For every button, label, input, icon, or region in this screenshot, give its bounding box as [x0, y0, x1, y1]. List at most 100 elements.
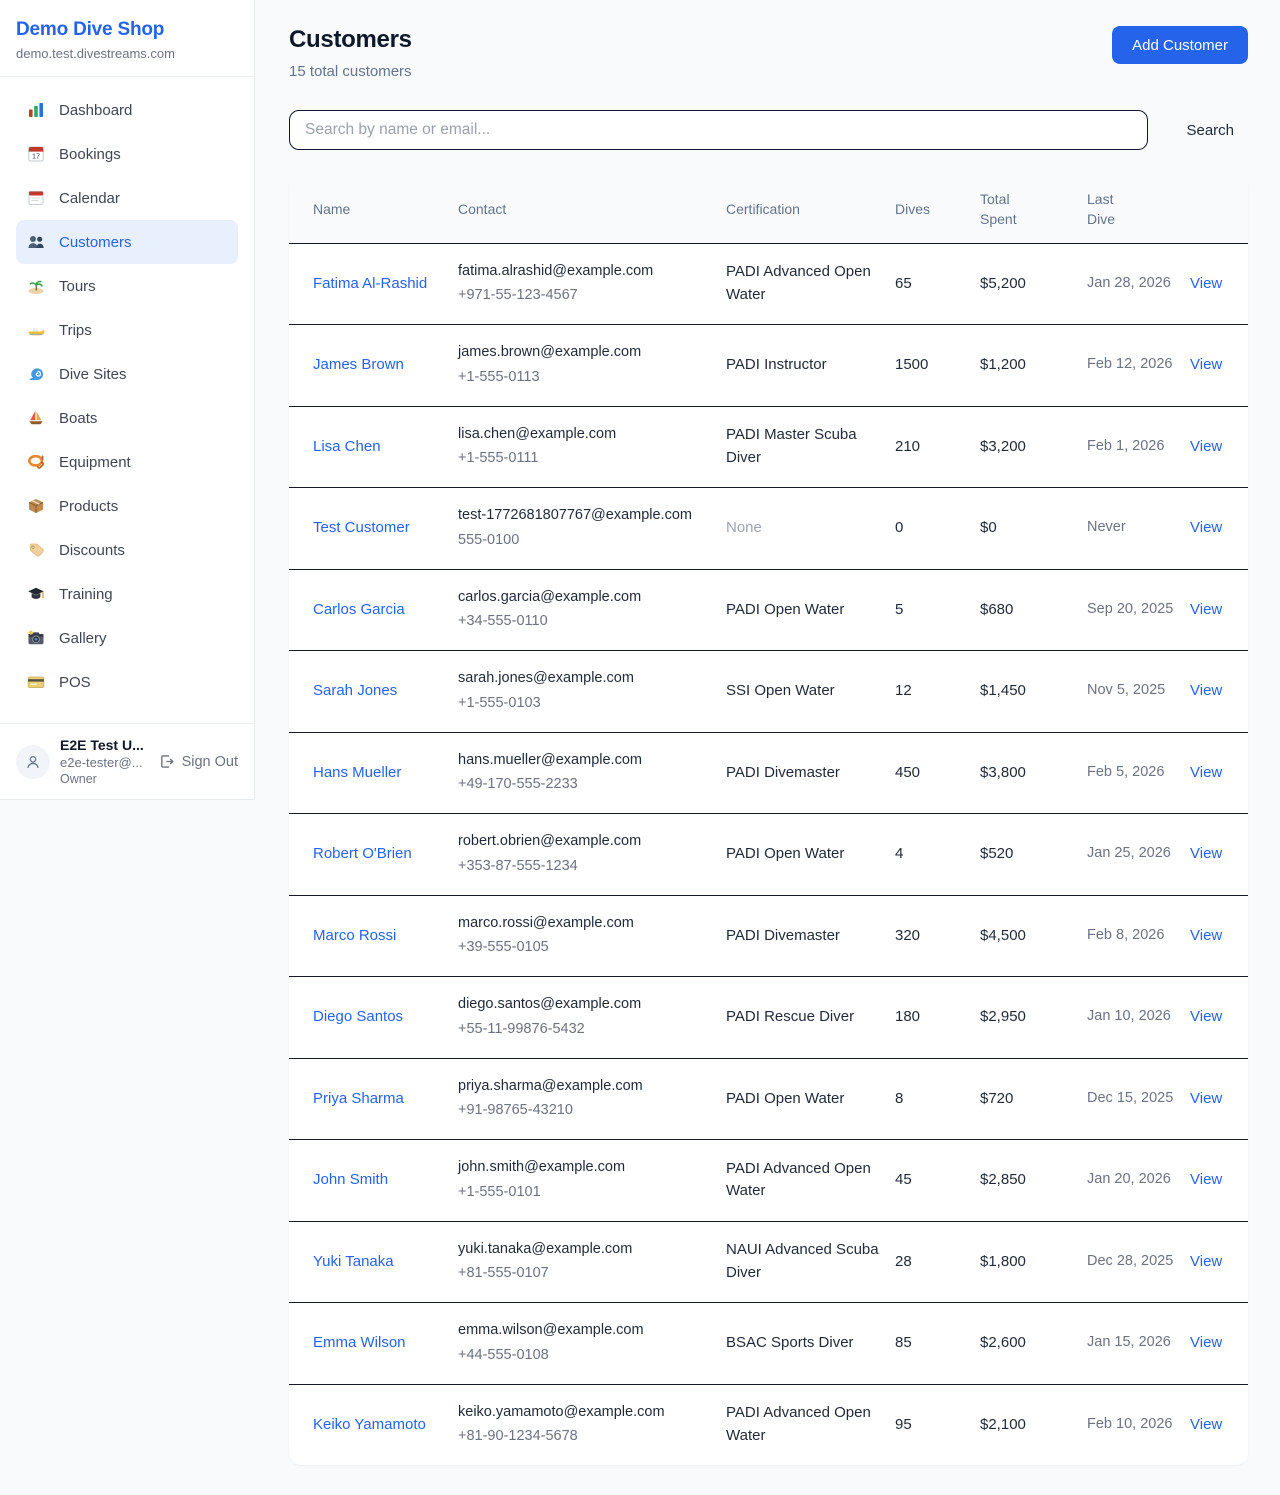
customer-name-link[interactable]: Diego Santos [313, 1008, 403, 1025]
customer-certification: SSI Open Water [726, 651, 895, 733]
sidebar-item-bookings[interactable]: 17Bookings [16, 132, 238, 176]
pos-icon [26, 672, 46, 692]
customer-name-link[interactable]: James Brown [313, 356, 404, 373]
customer-name-link[interactable]: Priya Sharma [313, 1090, 404, 1107]
view-customer-link[interactable]: View [1190, 927, 1222, 944]
add-customer-button[interactable]: Add Customer [1112, 26, 1248, 64]
customer-email: priya.sharma@example.com [458, 1076, 712, 1098]
customer-last-dive: Feb 8, 2026 [1087, 895, 1190, 977]
table-row: Keiko Yamamotokeiko.yamamoto@example.com… [289, 1384, 1248, 1465]
customer-name-link[interactable]: Carlos Garcia [313, 601, 405, 618]
customer-name-link[interactable]: Robert O'Brien [313, 845, 412, 862]
customer-name-link[interactable]: Emma Wilson [313, 1334, 406, 1351]
customer-name-link[interactable]: Marco Rossi [313, 927, 396, 944]
customer-certification: PADI Divemaster [726, 732, 895, 814]
sidebar-item-label: Products [59, 498, 118, 515]
table-row: Marco Rossimarco.rossi@example.com+39-55… [289, 895, 1248, 977]
shop-name: Demo Dive Shop [16, 19, 238, 41]
sign-out-label: Sign Out [182, 754, 238, 770]
gallery-icon [26, 628, 46, 648]
view-customer-link[interactable]: View [1190, 1416, 1222, 1433]
customer-name-link[interactable]: Sarah Jones [313, 682, 397, 699]
calendar-icon [26, 188, 46, 208]
view-customer-link[interactable]: View [1190, 519, 1222, 536]
sidebar-item-tours[interactable]: Tours [16, 264, 238, 308]
customer-total-spent: $2,850 [980, 1140, 1087, 1222]
customer-last-dive: Jan 15, 2026 [1087, 1303, 1190, 1385]
customer-phone: 555-0100 [458, 530, 712, 552]
page-header: Customers 15 total customers Add Custome… [289, 26, 1248, 80]
sidebar-item-calendar[interactable]: Calendar [16, 176, 238, 220]
customer-certification: PADI Master Scuba Diver [726, 406, 895, 488]
sidebar-item-products[interactable]: Products [16, 484, 238, 528]
view-customer-link[interactable]: View [1190, 356, 1222, 373]
view-customer-link[interactable]: View [1190, 682, 1222, 699]
customer-name-link[interactable]: Keiko Yamamoto [313, 1416, 426, 1433]
trips-icon [26, 320, 46, 340]
view-customer-link[interactable]: View [1190, 1334, 1222, 1351]
column-header-certification: Certification [726, 176, 895, 243]
customer-dives: 0 [895, 488, 980, 570]
view-customer-link[interactable]: View [1190, 1008, 1222, 1025]
sidebar-item-label: Bookings [59, 146, 121, 163]
customer-certification: PADI Open Water [726, 569, 895, 651]
customer-name-link[interactable]: Test Customer [313, 519, 410, 536]
view-customer-link[interactable]: View [1190, 438, 1222, 455]
customer-email: emma.wilson@example.com [458, 1320, 712, 1342]
customer-name-link[interactable]: John Smith [313, 1171, 388, 1188]
view-customer-link[interactable]: View [1190, 1253, 1222, 1270]
customer-name-link[interactable]: Yuki Tanaka [313, 1253, 394, 1270]
customer-email: sarah.jones@example.com [458, 668, 712, 690]
sidebar-item-training[interactable]: Training [16, 572, 238, 616]
sidebar-item-equipment[interactable]: Equipment [16, 440, 238, 484]
avatar [16, 745, 50, 779]
customer-name-link[interactable]: Lisa Chen [313, 438, 381, 455]
sidebar-item-dashboard[interactable]: Dashboard [16, 88, 238, 132]
table-row: James Brownjames.brown@example.com+1-555… [289, 325, 1248, 407]
customer-name-link[interactable]: Fatima Al-Rashid [313, 275, 427, 292]
view-customer-link[interactable]: View [1190, 1171, 1222, 1188]
customer-email: john.smith@example.com [458, 1157, 712, 1179]
search-input[interactable] [289, 110, 1148, 150]
view-customer-link[interactable]: View [1190, 275, 1222, 292]
customer-last-dive: Feb 5, 2026 [1087, 732, 1190, 814]
sidebar-item-label: Discounts [59, 542, 125, 559]
sidebar-item-label: Equipment [59, 454, 131, 471]
sidebar-item-pos[interactable]: POS [16, 660, 238, 704]
customer-phone: +81-555-0107 [458, 1263, 712, 1285]
customer-name-link[interactable]: Hans Mueller [313, 764, 401, 781]
view-customer-link[interactable]: View [1190, 764, 1222, 781]
search-row: Search [289, 110, 1248, 150]
customer-total-spent: $2,950 [980, 977, 1087, 1059]
customer-total-spent: $720 [980, 1058, 1087, 1140]
sidebar-item-label: Tours [59, 278, 96, 295]
customer-certification: PADI Divemaster [726, 895, 895, 977]
search-button[interactable]: Search [1172, 118, 1248, 143]
customer-phone: +1-555-0113 [458, 367, 712, 389]
equipment-icon [26, 452, 46, 472]
customer-email: marco.rossi@example.com [458, 913, 712, 935]
sidebar-item-customers[interactable]: Customers [16, 220, 238, 264]
customer-last-dive: Jan 25, 2026 [1087, 814, 1190, 896]
customer-total-spent: $1,800 [980, 1221, 1087, 1303]
discounts-icon [26, 540, 46, 560]
customer-dives: 210 [895, 406, 980, 488]
customer-phone: +353-87-555-1234 [458, 856, 712, 878]
sidebar-item-dive-sites[interactable]: Dive Sites [16, 352, 238, 396]
customer-last-dive: Never [1087, 488, 1190, 570]
sign-out-button[interactable]: Sign Out [158, 753, 238, 770]
view-customer-link[interactable]: View [1190, 845, 1222, 862]
sidebar-item-gallery[interactable]: Gallery [16, 616, 238, 660]
customer-last-dive: Dec 28, 2025 [1087, 1221, 1190, 1303]
sidebar-item-discounts[interactable]: Discounts [16, 528, 238, 572]
table-row: John Smithjohn.smith@example.com+1-555-0… [289, 1140, 1248, 1222]
customer-total-spent: $2,600 [980, 1303, 1087, 1385]
customer-dives: 5 [895, 569, 980, 651]
customer-dives: 45 [895, 1140, 980, 1222]
sidebar-item-trips[interactable]: Trips [16, 308, 238, 352]
view-customer-link[interactable]: View [1190, 1090, 1222, 1107]
view-customer-link[interactable]: View [1190, 601, 1222, 618]
sidebar-item-boats[interactable]: Boats [16, 396, 238, 440]
customers-table-card: NameContactCertificationDivesTotal Spent… [289, 176, 1248, 1465]
products-icon [26, 496, 46, 516]
